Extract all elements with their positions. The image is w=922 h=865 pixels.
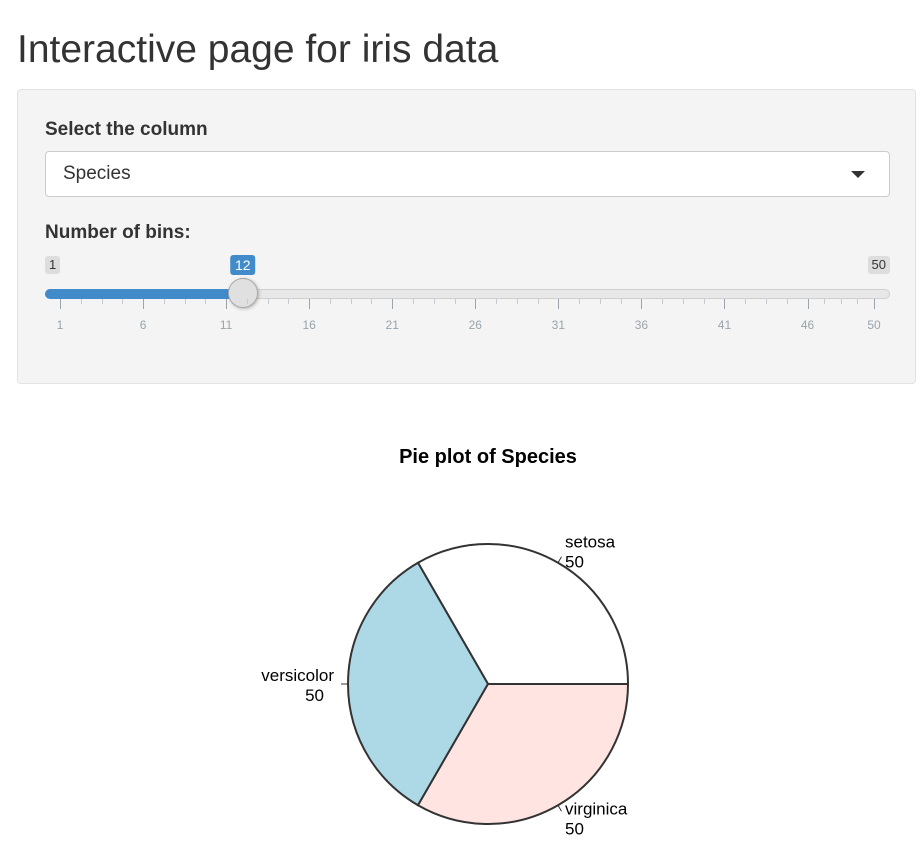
pie-slice-label: virginica 50 — [565, 799, 628, 838]
pie-label-tick — [557, 556, 562, 564]
pie-slice-label: versicolor 50 — [261, 666, 334, 705]
pie-label-tick — [557, 804, 562, 812]
pie-slice-label: setosa 50 — [565, 533, 616, 572]
pie-chart: Pie plot of Species setosa 50 versicolor 50… — [261, 446, 630, 838]
chart-title: Pie plot of Species — [399, 446, 577, 468]
